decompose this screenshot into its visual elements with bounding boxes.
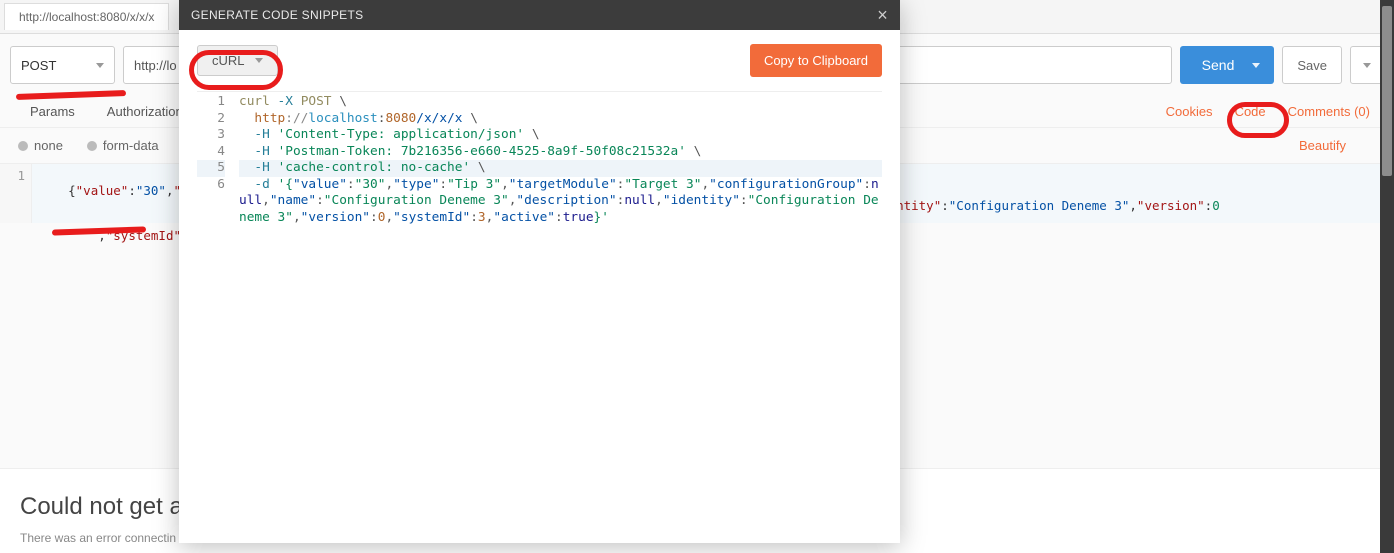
save-more-button[interactable] — [1350, 46, 1384, 84]
radio-icon — [87, 141, 97, 151]
code-line: -H 'cache-control: no-cache' \ — [239, 160, 882, 177]
body-gutter: 1 — [0, 164, 32, 223]
code-line: -H 'Postman-Token: 7b216356-e660-4525-8a… — [239, 144, 882, 161]
code-gutter: 1 2 3 4 5 6 — [197, 92, 233, 543]
generate-code-modal: GENERATE CODE SNIPPETS × cURL Copy to Cl… — [179, 0, 900, 543]
link-cookies[interactable]: Cookies — [1166, 104, 1213, 119]
save-button[interactable]: Save — [1282, 46, 1342, 84]
beautify-link[interactable]: Beautify — [1299, 138, 1376, 153]
modal-header: GENERATE CODE SNIPPETS × — [179, 0, 900, 30]
modal-title: GENERATE CODE SNIPPETS — [191, 8, 363, 22]
code-line: http://localhost:8080/x/x/x \ — [239, 111, 882, 128]
body-gutter-line: 1 — [0, 168, 25, 183]
language-select[interactable]: cURL — [197, 45, 278, 76]
window-scrollbar[interactable] — [1380, 0, 1394, 553]
send-button-label: Send — [1202, 57, 1235, 73]
method-select-value: POST — [21, 58, 56, 73]
radio-none[interactable]: none — [18, 138, 63, 153]
language-select-value: cURL — [212, 53, 245, 68]
link-comments[interactable]: Comments (0) — [1288, 104, 1370, 119]
code-editor[interactable]: 1 2 3 4 5 6 curl -X POST \ http://localh… — [197, 91, 882, 543]
send-button[interactable]: Send — [1180, 46, 1275, 84]
chevron-down-icon — [96, 63, 104, 68]
code-content[interactable]: curl -X POST \ http://localhost:8080/x/x… — [233, 92, 882, 543]
close-icon[interactable]: × — [877, 6, 888, 24]
scrollbar-thumb[interactable] — [1382, 6, 1392, 176]
copy-to-clipboard-button[interactable]: Copy to Clipboard — [750, 44, 882, 77]
chevron-down-icon — [255, 58, 263, 63]
radio-none-label: none — [34, 138, 63, 153]
chevron-down-icon — [1252, 63, 1260, 68]
radio-form-data[interactable]: form-data — [87, 138, 159, 153]
code-line: -d '{"value":"30","type":"Tip 3","target… — [239, 177, 882, 227]
link-code[interactable]: Code — [1235, 104, 1266, 119]
code-line: -H 'Content-Type: application/json' \ — [239, 127, 882, 144]
code-line: curl -X POST \ — [239, 94, 882, 111]
tab-params[interactable]: Params — [14, 96, 91, 127]
radio-form-data-label: form-data — [103, 138, 159, 153]
chevron-down-icon — [1363, 63, 1371, 68]
modal-toolbar: cURL Copy to Clipboard — [179, 30, 900, 91]
right-links: Cookies Code Comments (0) — [1166, 104, 1380, 119]
method-select[interactable]: POST — [10, 46, 115, 84]
radio-icon — [18, 141, 28, 151]
request-tab[interactable]: http://localhost:8080/x/x/x — [4, 3, 169, 30]
